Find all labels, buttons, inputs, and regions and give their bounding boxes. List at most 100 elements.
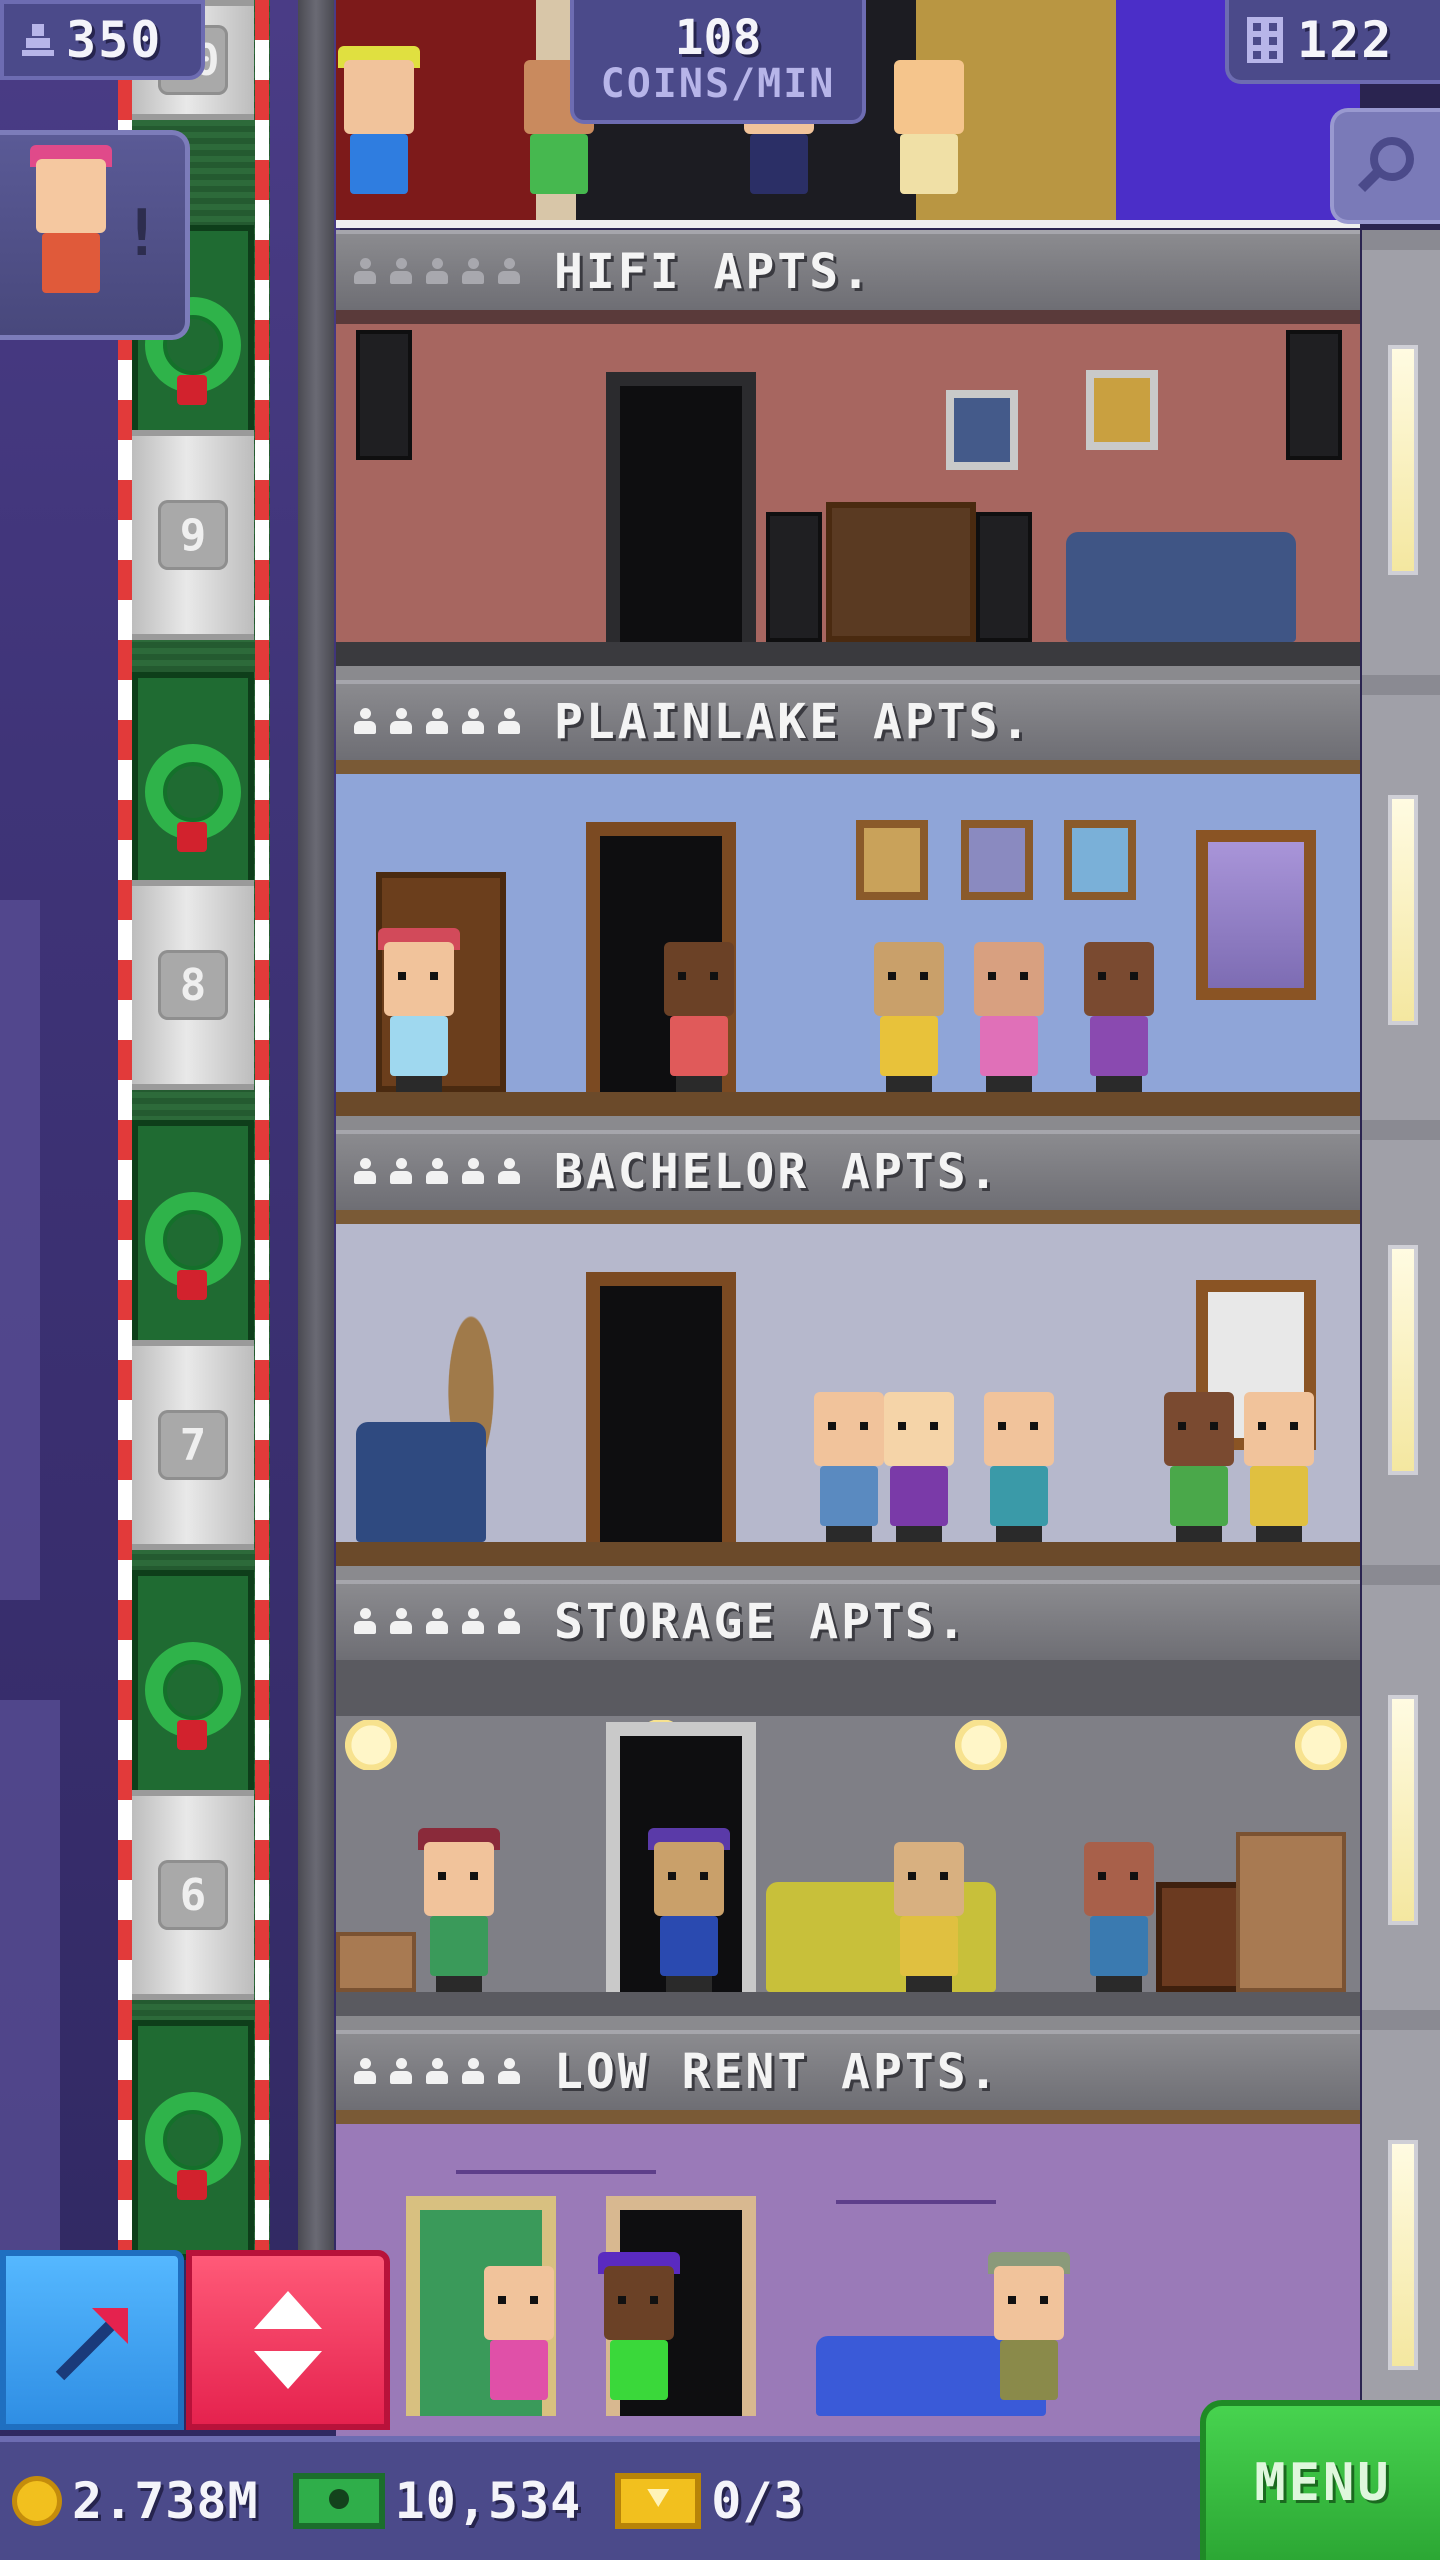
room-plainlake[interactable] [336, 760, 1360, 1130]
resident[interactable] [1156, 1392, 1242, 1542]
floor-sign-low-rent[interactable]: LOW RENT APTS. [336, 2030, 1360, 2110]
resident-pip-icon [496, 708, 522, 736]
resident[interactable] [1236, 1392, 1322, 1542]
floor-sign-storage[interactable]: STORAGE APTS. [336, 1580, 1360, 1660]
body [42, 233, 100, 293]
resident-pip-icon [460, 258, 486, 286]
elevator-wreath [132, 2020, 254, 2260]
elevator-floor-9[interactable]: 9 [132, 430, 254, 640]
shaft-light [1388, 1245, 1418, 1475]
resident-pip-icon [388, 708, 414, 736]
wall-picture [961, 820, 1033, 900]
coins-stat[interactable]: 2.738M [12, 2472, 259, 2530]
floor-name: BACHELOR APTS. [554, 1144, 1001, 1200]
room-bachelor[interactable] [336, 1210, 1360, 1580]
ceiling-lamp [336, 1720, 406, 1770]
wall-picture [856, 820, 928, 900]
resident[interactable] [476, 2266, 562, 2416]
body [390, 1016, 448, 1076]
resident-pip-icon [424, 708, 450, 736]
floor-sign-hifi[interactable]: HIFI APTS. [336, 230, 1360, 310]
elevator-wreath [132, 672, 254, 912]
speaker [976, 512, 1032, 642]
body [1000, 2340, 1058, 2400]
bux-value: 10,534 [394, 2472, 582, 2530]
wall-picture [946, 390, 1018, 470]
resident[interactable] [886, 1842, 972, 1992]
floor-sign-plainlake[interactable]: PLAINLAKE APTS. [336, 680, 1360, 760]
room-storage[interactable] [336, 1660, 1360, 2030]
resident[interactable] [656, 942, 742, 1092]
elevator-wreath [132, 1120, 254, 1360]
resident[interactable] [1076, 942, 1162, 1092]
resident[interactable] [866, 942, 952, 1092]
resident[interactable] [336, 46, 422, 210]
resident-pip-icon [388, 2058, 414, 2086]
resident-pip-icon [496, 2058, 522, 2086]
resident[interactable] [976, 1392, 1062, 1542]
room-low-rent[interactable] [336, 2110, 1360, 2440]
resident-pip-icon [388, 1608, 414, 1636]
eyes [988, 972, 1028, 980]
resident[interactable] [876, 1392, 962, 1542]
eyes [1178, 1422, 1218, 1430]
floor-number: 7 [158, 1410, 228, 1480]
resident[interactable] [886, 60, 972, 210]
coins-per-min-unit: COINS/MIN [600, 61, 836, 107]
population-counter[interactable]: 350 [0, 0, 205, 80]
floor-sign-bachelor[interactable]: BACHELOR APTS. [336, 1130, 1360, 1210]
eyes [678, 972, 718, 980]
wall-picture [1064, 820, 1136, 900]
tickets-stat[interactable]: 0/3 [615, 2472, 804, 2530]
resident[interactable] [646, 1828, 732, 1992]
floor-name: PLAINLAKE APTS. [554, 694, 1033, 750]
resident-pip-icon [352, 1158, 378, 1186]
ceiling-lamp [1286, 1720, 1356, 1770]
body [610, 2340, 668, 2400]
resident[interactable] [596, 2252, 682, 2416]
building-icon [1247, 17, 1283, 63]
resident-pips [352, 1158, 522, 1186]
room-hifi[interactable] [336, 310, 1360, 680]
eyes [668, 1872, 708, 1880]
resident-pip-icon [388, 1158, 414, 1186]
coins-per-min-value: 108 [674, 10, 762, 66]
floor-number: 6 [158, 1860, 228, 1930]
magnifier-icon [1357, 137, 1414, 193]
elevator-floor-8[interactable]: 8 [132, 880, 254, 1090]
body [430, 1916, 488, 1976]
shaft-light [1388, 1695, 1418, 1925]
resident-pip-icon [460, 1158, 486, 1186]
notification-avatar [28, 145, 114, 309]
menu-button[interactable]: MENU [1200, 2400, 1440, 2560]
eyes [998, 1422, 1038, 1430]
eyes [1098, 972, 1138, 980]
resident[interactable] [986, 2252, 1072, 2416]
elevator-floor-6[interactable]: 6 [132, 1790, 254, 2000]
eyes [618, 2296, 658, 2304]
beanbag [356, 1422, 486, 1542]
resident[interactable] [376, 928, 462, 1092]
room-door [586, 1272, 736, 1542]
eyes [908, 1872, 948, 1880]
resident[interactable] [966, 942, 1052, 1092]
storage-box [1236, 1832, 1346, 1992]
body [900, 134, 958, 194]
elevator-floor-7[interactable]: 7 [132, 1340, 254, 1550]
floors-counter[interactable]: 122 [1225, 0, 1440, 84]
bux-stat[interactable]: 10,534 [292, 2472, 582, 2530]
resident-pip-icon [388, 258, 414, 286]
elevator-updown-button[interactable] [186, 2250, 390, 2430]
wall-picture [1086, 370, 1158, 450]
elevator-move-button[interactable] [0, 2250, 184, 2430]
resident[interactable] [416, 1828, 502, 1992]
wall-crack [836, 2200, 996, 2204]
resident[interactable] [1076, 1842, 1162, 1992]
notification-card[interactable]: ! [0, 130, 190, 340]
resident-pips [352, 258, 522, 286]
wreath-icon [145, 1192, 241, 1300]
shaft-light [1388, 2140, 1418, 2370]
body [1090, 1916, 1148, 1976]
resident-pip-icon [352, 258, 378, 286]
search-button[interactable] [1330, 108, 1440, 224]
